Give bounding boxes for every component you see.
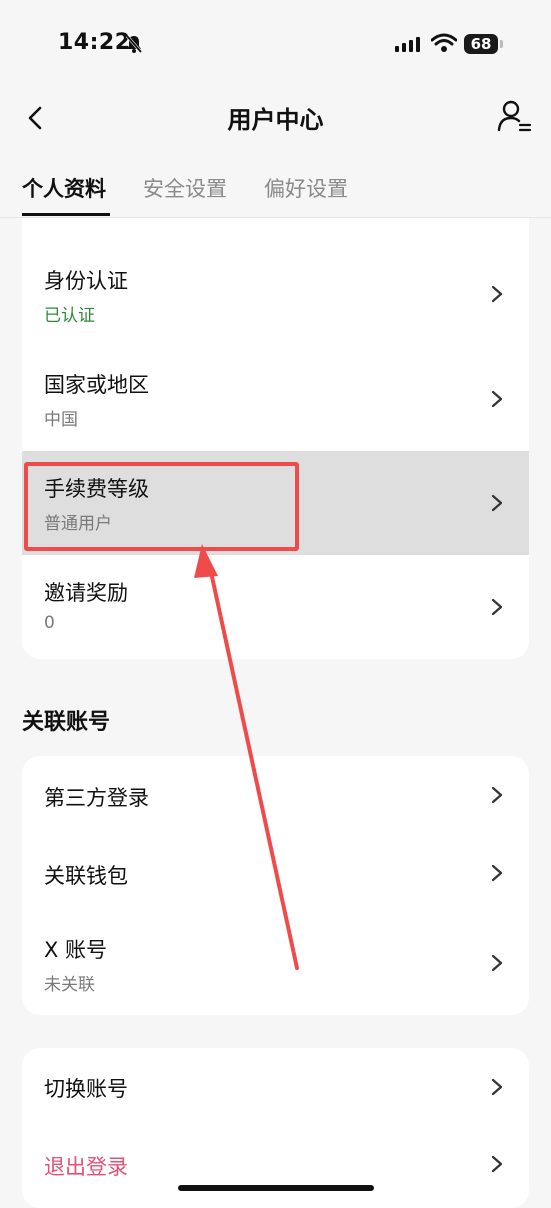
x-account-status: 未关联 xyxy=(44,975,95,995)
third-party-login-title: 第三方登录 xyxy=(44,786,149,810)
user-settings-icon[interactable] xyxy=(496,98,532,134)
tab-preferences[interactable]: 偏好设置 xyxy=(264,173,348,203)
chevron-right-icon xyxy=(491,494,503,512)
invite-title: 邀请奖励 xyxy=(44,581,128,605)
chevron-right-icon xyxy=(491,954,503,972)
cellular-signal-icon xyxy=(395,37,420,52)
logout-title: 退出登录 xyxy=(44,1155,128,1179)
switch-account-title: 切换账号 xyxy=(44,1077,128,1101)
annotation-highlight-box xyxy=(24,462,299,551)
chevron-right-icon xyxy=(491,1155,503,1173)
active-tab-indicator xyxy=(22,213,110,216)
status-time: 14:22 xyxy=(58,30,131,55)
x-account-title: X 账号 xyxy=(44,938,108,962)
tab-bar: 个人资料 安全设置 偏好设置 xyxy=(0,165,551,218)
chevron-right-icon xyxy=(491,390,503,408)
status-bar: 14:22 68 xyxy=(0,0,551,90)
battery-cap xyxy=(500,40,503,48)
battery-icon: 68 xyxy=(464,34,498,54)
nav-header: 用户中心 xyxy=(0,90,551,146)
linked-wallet-title: 关联钱包 xyxy=(44,864,128,888)
silent-bell-icon xyxy=(125,35,143,53)
chevron-right-icon xyxy=(491,864,503,882)
chevron-right-icon xyxy=(491,786,503,804)
account-actions-card: 切换账号 退出登录 xyxy=(22,1048,529,1208)
region-row[interactable]: 国家或地区 中国 xyxy=(22,347,529,451)
linked-wallet-row[interactable]: 关联钱包 xyxy=(22,836,529,912)
switch-account-row[interactable]: 切换账号 xyxy=(22,1048,529,1126)
chevron-right-icon xyxy=(491,285,503,303)
invite-row[interactable]: 邀请奖励 0 xyxy=(22,555,529,659)
logout-row[interactable]: 退出登录 xyxy=(22,1126,529,1204)
home-indicator xyxy=(178,1185,374,1191)
identity-title: 身份认证 xyxy=(44,269,128,293)
wifi-icon xyxy=(431,33,457,52)
identity-row[interactable]: 身份认证 已认证 xyxy=(22,243,529,347)
third-party-login-row[interactable]: 第三方登录 xyxy=(22,756,529,836)
linked-accounts-card: 第三方登录 关联钱包 X 账号 未关联 xyxy=(22,756,529,1015)
region-title: 国家或地区 xyxy=(44,373,149,397)
profile-card: 身份认证 已认证 国家或地区 中国 手续费等级 普通用户 邀请奖励 0 xyxy=(22,218,529,659)
invite-value: 0 xyxy=(44,613,55,633)
tab-profile[interactable]: 个人资料 xyxy=(22,173,106,203)
tab-security[interactable]: 安全设置 xyxy=(143,173,227,203)
chevron-right-icon xyxy=(491,1078,503,1096)
x-account-row[interactable]: X 账号 未关联 xyxy=(22,912,529,1015)
region-value: 中国 xyxy=(44,410,78,430)
identity-status: 已认证 xyxy=(44,306,95,326)
page-title: 用户中心 xyxy=(227,106,324,134)
section-title-linked: 关联账号 xyxy=(22,710,111,735)
chevron-right-icon xyxy=(491,598,503,616)
